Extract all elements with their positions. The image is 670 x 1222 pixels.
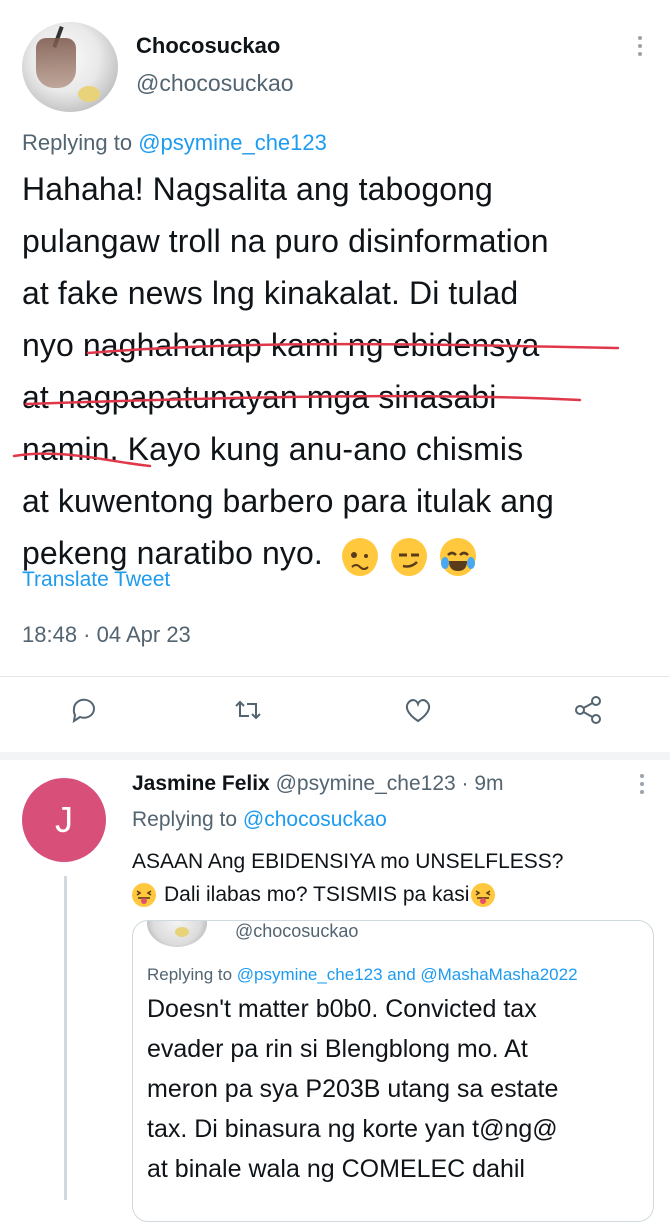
tweet-text-line: pekeng naratibo nyo. <box>22 535 323 571</box>
divider <box>0 676 670 677</box>
tweet-text-line: at fake news lng kinakalat. Di tulad <box>22 275 519 311</box>
section-separator <box>0 752 670 760</box>
tongue-out-emoji-icon <box>471 883 496 908</box>
quoted-tweet-card[interactable]: @chocosuckao Replying to @psymine_che123… <box>132 920 654 1222</box>
tweet-text-line: Hahaha! Nagsalita ang tabogong <box>22 171 493 207</box>
replying-to: Replying to @psymine_che123 <box>22 130 327 155</box>
like-icon[interactable] <box>402 694 442 734</box>
share-icon[interactable] <box>572 694 612 734</box>
handle-and-time[interactable]: @psymine_che123 · 9m <box>276 772 504 795</box>
avatar[interactable] <box>22 22 118 112</box>
reply-icon[interactable] <box>68 694 108 734</box>
thread-line <box>64 876 67 1200</box>
tweet-text-line: Dali ilabas mo? TSISMIS pa kasi <box>164 883 470 906</box>
replying-to-link[interactable]: @psymine_che123 and @MashaMasha2022 <box>237 965 578 984</box>
smirk-emoji-icon <box>390 537 427 576</box>
woozy-face-emoji-icon <box>341 537 378 576</box>
tongue-out-emoji-icon <box>132 883 156 908</box>
retweet-icon[interactable] <box>232 694 272 734</box>
quoted-text-line: tax. Di binasura ng korte yan t@ng@ <box>147 1115 558 1143</box>
tweet-text-line: nyo naghahanap kami ng ebidensya <box>22 327 540 363</box>
user-handle: @chocosuckao <box>235 921 359 941</box>
tears-of-joy-emoji-icon <box>439 537 476 576</box>
replying-to-link[interactable]: @chocosuckao <box>243 808 387 831</box>
tweet-text-line: at kuwentong barbero para itulak ang <box>22 483 554 519</box>
tweet-text-line: ASAAN Ang EBIDENSIYA mo UNSELFLESS? <box>132 850 564 873</box>
avatar[interactable]: J <box>22 778 106 862</box>
avatar <box>147 921 207 947</box>
tweet-text-line: namin. Kayo kung anu-ano chismis <box>22 431 524 467</box>
user-handle[interactable]: @chocosuckao <box>136 70 294 97</box>
more-options-icon[interactable] <box>638 36 644 60</box>
translate-tweet-link[interactable]: Translate Tweet <box>22 568 170 592</box>
tweet-text-line: pulangaw troll na puro disinformation <box>22 223 549 259</box>
quoted-text-line: Doesn't matter b0b0. Convicted tax <box>147 995 537 1023</box>
display-name[interactable]: Jasmine Felix <box>132 772 270 795</box>
quoted-text-line: evader pa rin si Blengblong mo. At <box>147 1035 528 1063</box>
replying-to: Replying to @chocosuckao <box>132 808 387 831</box>
quoted-text-line: meron pa sya P203B utang sa estate <box>147 1075 559 1103</box>
display-name[interactable]: Chocosuckao <box>136 33 280 59</box>
replying-to-link[interactable]: @psymine_che123 <box>138 130 327 155</box>
quoted-text-line: at binale wala ng COMELEC dahil <box>147 1155 525 1183</box>
tweet-text-line: at nagpapatunayan mga sinasabi <box>22 379 497 415</box>
more-options-icon[interactable] <box>640 774 646 798</box>
replying-to: Replying to @psymine_che123 and @MashaMa… <box>147 965 578 984</box>
tweet-timestamp[interactable]: 18:48 · 04 Apr 23 <box>22 622 191 648</box>
